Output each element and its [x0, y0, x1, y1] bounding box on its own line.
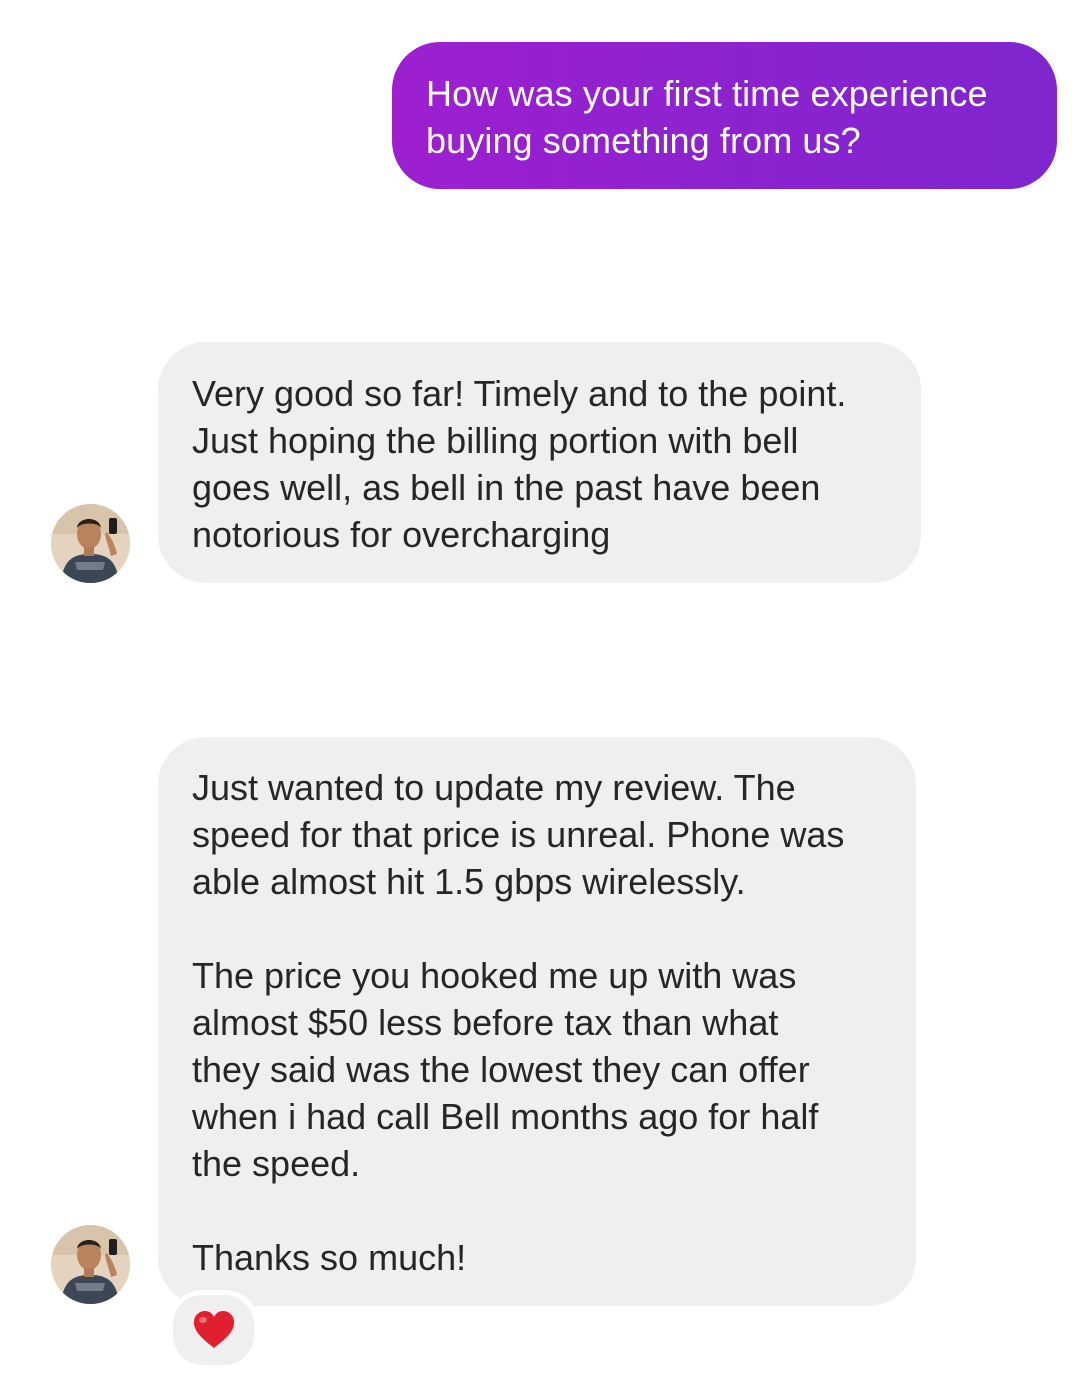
message-text-line: notorious for overcharging: [192, 514, 611, 555]
message-text-line: the speed.: [192, 1143, 361, 1184]
incoming-message-bubble[interactable]: Just wanted to update my review. The spe…: [158, 737, 916, 1306]
avatar-photo: [51, 1225, 130, 1304]
incoming-message-bubble[interactable]: Very good so far! Timely and to the poin…: [158, 342, 921, 583]
message-text-line: they said was the lowest they can offer: [192, 1049, 810, 1090]
message-text-line: Thanks so much!: [192, 1237, 467, 1278]
message-text-line: The price you hooked me up with was: [192, 955, 797, 996]
message-text-line: able almost hit 1.5 gbps wirelessly.: [192, 861, 746, 902]
avatar-photo: [51, 504, 130, 583]
message-text-line: How was your first time experience: [426, 73, 988, 114]
message-text-line: goes well, as bell in the past have been: [192, 467, 821, 508]
message-text-line: speed for that price is unreal. Phone wa…: [192, 814, 845, 855]
message-text-line: almost $50 less before tax than what: [192, 1002, 779, 1043]
heart-reaction[interactable]: [168, 1290, 259, 1370]
sender-avatar[interactable]: [51, 1225, 130, 1304]
outgoing-message-bubble[interactable]: How was your first time experience buyin…: [392, 42, 1057, 189]
message-text-line: Just hoping the billing portion with bel…: [192, 420, 799, 461]
message-text-line: Just wanted to update my review. The: [192, 767, 796, 808]
heart-icon: [193, 1311, 234, 1348]
message-text-line: when i had call Bell months ago for half: [192, 1096, 819, 1137]
sender-avatar[interactable]: [51, 504, 130, 583]
message-text-line: Very good so far! Timely and to the poin…: [192, 373, 847, 414]
message-text-line: buying something from us?: [426, 120, 861, 161]
